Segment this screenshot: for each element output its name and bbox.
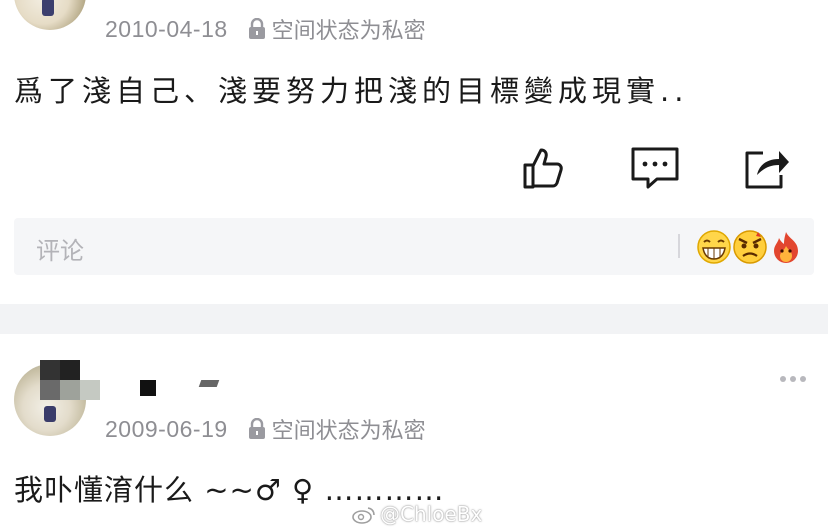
fire-emoji-icon[interactable] — [768, 229, 804, 265]
share-button[interactable] — [742, 145, 792, 195]
angry-face-emoji-icon[interactable] — [732, 229, 768, 265]
post-meta: 2010-04-18 空间状态为私密 — [105, 13, 426, 45]
share-arrow-icon — [743, 145, 791, 195]
post-actions — [0, 145, 828, 195]
post-meta: 2009-06-19 空间状态为私密 — [105, 413, 426, 445]
post-date: 2009-06-19 — [105, 415, 228, 442]
censored-name-block — [198, 380, 220, 387]
censored-name-mosaic — [40, 360, 100, 404]
privacy-label: 空间状态为私密 — [271, 19, 426, 44]
comment-separator — [678, 234, 680, 258]
comment-bubble-icon — [630, 146, 680, 194]
emoji-quick-bar — [696, 224, 804, 270]
like-button[interactable] — [518, 145, 568, 195]
more-dots-icon[interactable] — [780, 376, 806, 382]
feed-divider — [0, 304, 828, 334]
watermark-text: @ChloeBx — [380, 502, 483, 526]
censored-name-block — [140, 380, 156, 396]
comment-button[interactable] — [630, 145, 680, 195]
comment-input[interactable]: 评论 — [36, 231, 84, 266]
privacy-label: 空间状态为私密 — [271, 419, 426, 444]
post-card-2: 2009-06-19 空间状态为私密 我卟懂淯什么 ~~♂ ♀ ………… @Ch… — [0, 334, 828, 531]
thumbs-up-icon — [520, 145, 566, 195]
post-date: 2010-04-18 — [105, 15, 228, 42]
post-card-1: 2010-04-18 空间状态为私密 爲了淺自己、淺要努力把淺的目標變成現實.. — [0, 0, 828, 296]
lock-icon — [248, 17, 266, 40]
weibo-watermark: @ChloeBx — [352, 502, 482, 526]
post-content: 爲了淺自己、淺要努力把淺的目標變成現實.. — [14, 74, 689, 108]
avatar[interactable] — [14, 0, 86, 30]
lock-icon — [248, 417, 266, 440]
weibo-logo-icon — [352, 505, 376, 524]
comment-input-bar[interactable]: 评论 — [14, 218, 814, 275]
grinning-face-emoji-icon[interactable] — [696, 229, 732, 265]
